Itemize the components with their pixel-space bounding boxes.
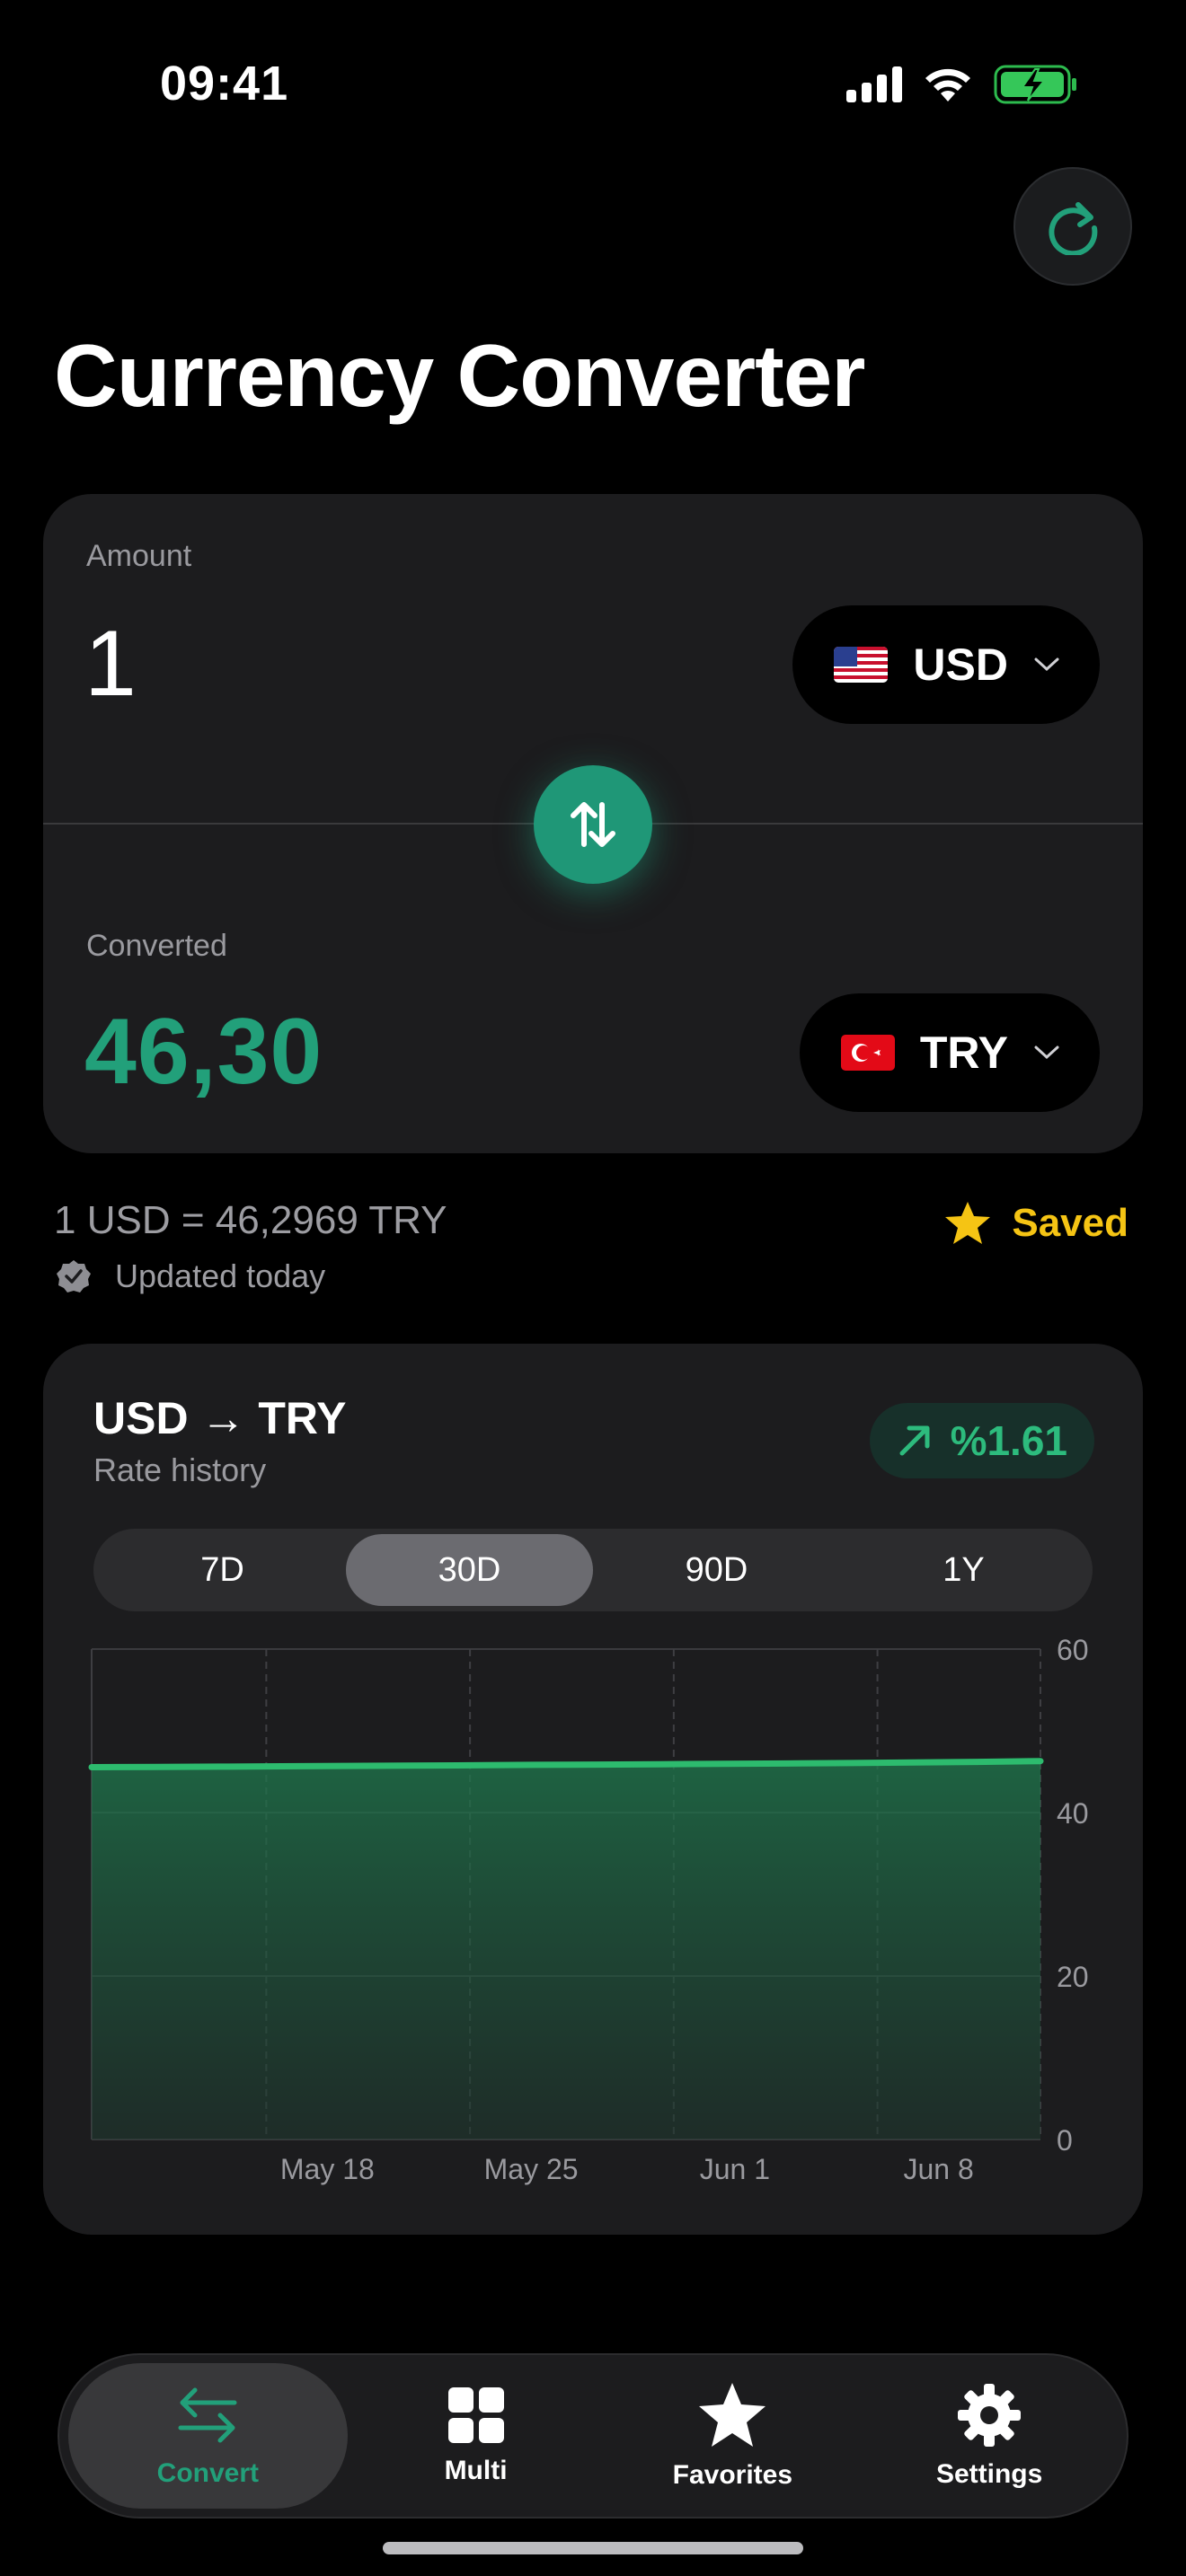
updated-status: Updated today [56, 1257, 325, 1295]
to-currency-picker[interactable]: TRY [799, 993, 1100, 1112]
tab-label: Multi [444, 2456, 508, 2485]
refresh-button[interactable] [1013, 167, 1132, 286]
from-currency-code: USD [913, 640, 1008, 690]
from-currency-picker[interactable]: USD [792, 605, 1100, 724]
x-tick-label: Jun 1 [700, 2153, 770, 2185]
status-time: 09:41 [160, 57, 289, 110]
tab-convert[interactable]: Convert [68, 2363, 348, 2509]
tab-bar: Convert Multi Favorites Settings [58, 2353, 1128, 2519]
tab-multi[interactable]: Multi [348, 2363, 605, 2509]
chevron-down-icon [1034, 657, 1059, 672]
tab-label: Convert [156, 2458, 260, 2488]
refresh-icon [1049, 202, 1098, 255]
battery-charging-icon [994, 65, 1076, 104]
gear-icon [958, 2384, 1022, 2447]
wifi-icon [925, 68, 970, 101]
verified-badge-icon [57, 1260, 91, 1292]
updated-text: Updated today [115, 1257, 326, 1294]
swap-button[interactable] [534, 765, 652, 884]
y-tick-label: 20 [1057, 1961, 1089, 1993]
converted-label: Converted [86, 929, 227, 963]
y-tick-label: 40 [1057, 1797, 1089, 1830]
converted-value: 46,30 [84, 1000, 323, 1104]
saved-label: Saved [1012, 1201, 1128, 1245]
y-tick-label: 60 [1057, 1634, 1089, 1666]
x-tick-label: May 18 [280, 2153, 375, 2185]
tr-flag-icon [840, 1035, 895, 1071]
y-tick-label: 0 [1057, 2124, 1073, 2157]
exchange-rate-text: 1 USD = 46,2969 TRY [54, 1198, 447, 1242]
rate-history-chart: 0 20 40 60 May 18 May 25 Jun 1 Jun 8 [88, 1634, 1089, 2185]
grid-icon [447, 2387, 504, 2443]
x-tick-label: May 25 [484, 2153, 579, 2185]
page-title: Currency Converter [54, 326, 865, 425]
swap-arrows-icon [571, 802, 615, 847]
cellular-signal-icon [846, 66, 902, 102]
home-indicator [383, 2542, 803, 2554]
tab-label: Settings [935, 2459, 1043, 2489]
rate-history-card: USD → TRY Rate history %1.61 7D 30D 90D … [43, 1344, 1143, 2235]
saved-favorite-button[interactable]: Saved [943, 1200, 1128, 1247]
star-filled-icon [945, 1202, 991, 1244]
arrows-exchange-icon [178, 2387, 237, 2443]
chevron-down-icon [1034, 1045, 1059, 1060]
star-icon [699, 2383, 766, 2447]
tab-favorites[interactable]: Favorites [604, 2363, 861, 2509]
amount-label: Amount [86, 539, 192, 573]
tab-label: Favorites [672, 2460, 793, 2490]
status-icons [846, 65, 1078, 104]
to-currency-code: TRY [919, 1028, 1008, 1078]
tab-settings[interactable]: Settings [861, 2363, 1118, 2509]
amount-input[interactable]: 1 [84, 611, 137, 718]
x-tick-label: Jun 8 [903, 2153, 973, 2185]
rate-area-fill [92, 1760, 1040, 2139]
converter-card: Amount 1 USD Converted 46,30 TRY [43, 494, 1143, 1153]
us-flag-icon [834, 647, 889, 683]
